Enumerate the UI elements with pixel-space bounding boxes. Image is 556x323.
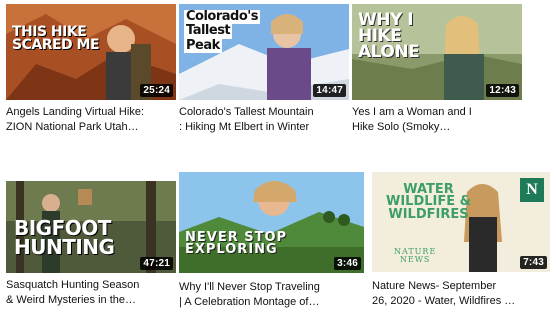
video-duration: 14:47 bbox=[313, 84, 346, 97]
video-title[interactable]: Nature News- September 26, 2020 - Water,… bbox=[372, 279, 550, 309]
video-card-nature-news[interactable]: N WATER WILDLIFE & WILDFIRES NATURE NEWS… bbox=[372, 172, 550, 309]
video-title[interactable]: Sasquatch Hunting Season & Weird Mysteri… bbox=[6, 278, 176, 308]
video-card-angels-landing[interactable]: THIS HIKE SCARED ME 25:24 Angels Landing… bbox=[6, 4, 176, 135]
video-duration: 12:43 bbox=[486, 84, 519, 97]
video-thumbnail[interactable]: Colorado's Tallest Peak 14:47 bbox=[179, 4, 349, 100]
video-card-never-stop[interactable]: NEVER STOP EXPLORING 3:46 Why I'll Never… bbox=[179, 172, 364, 310]
video-card-hike-solo[interactable]: WHY I HIKE ALONE 12:43 Yes I am a Woman … bbox=[352, 4, 522, 135]
video-card-mt-elbert[interactable]: Colorado's Tallest Peak 14:47 Colorado's… bbox=[179, 4, 349, 135]
video-card-bigfoot[interactable]: BIGFOOT HUNTING 47:21 Sasquatch Hunting … bbox=[6, 181, 176, 308]
channel-logo: N bbox=[520, 178, 544, 202]
thumbnail-overlay-text: WATER WILDLIFE & WILDFIRES bbox=[386, 182, 471, 222]
video-thumbnail[interactable]: N WATER WILDLIFE & WILDFIRES NATURE NEWS… bbox=[372, 172, 550, 272]
video-duration: 47:21 bbox=[140, 257, 173, 270]
video-thumbnail[interactable]: THIS HIKE SCARED ME 25:24 bbox=[6, 4, 176, 100]
video-duration: 3:46 bbox=[334, 257, 361, 270]
video-thumbnail[interactable]: WHY I HIKE ALONE 12:43 bbox=[352, 4, 522, 100]
thumbnail-overlay-text: BIGFOOT HUNTING bbox=[14, 216, 115, 259]
video-title[interactable]: Colorado's Tallest Mountain : Hiking Mt … bbox=[179, 105, 349, 135]
video-thumbnail[interactable]: BIGFOOT HUNTING 47:21 bbox=[6, 181, 176, 273]
video-duration: 25:24 bbox=[140, 84, 173, 97]
thumbnail-overlay-text: THIS HIKE SCARED ME bbox=[12, 24, 100, 54]
thumbnail-overlay-text: Colorado's Tallest Peak bbox=[184, 9, 260, 54]
video-title[interactable]: Angels Landing Virtual Hike: ZION Nation… bbox=[6, 105, 176, 135]
thumbnail-subtext: NATURE NEWS bbox=[394, 247, 437, 264]
video-title[interactable]: Yes I am a Woman and I Hike Solo (Smoky… bbox=[352, 105, 522, 135]
thumbnail-overlay-text: NEVER STOP EXPLORING bbox=[185, 230, 288, 258]
thumbnail-overlay-text: WHY I HIKE ALONE bbox=[358, 10, 420, 63]
video-title[interactable]: Why I'll Never Stop Traveling | A Celebr… bbox=[179, 280, 364, 310]
video-thumbnail[interactable]: NEVER STOP EXPLORING 3:46 bbox=[179, 172, 364, 273]
video-duration: 7:43 bbox=[520, 256, 547, 269]
